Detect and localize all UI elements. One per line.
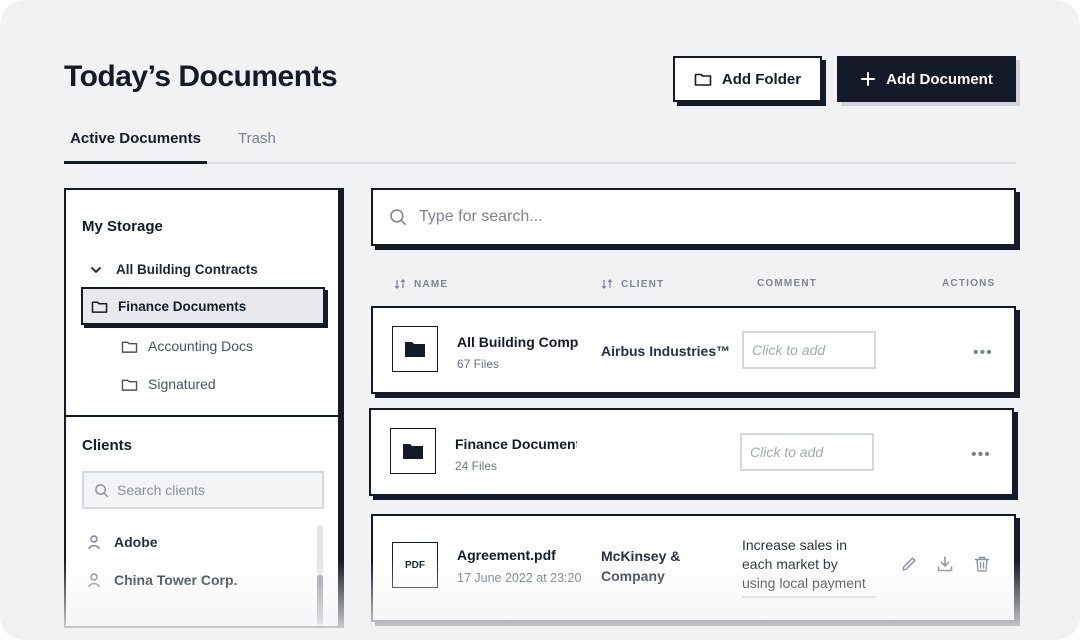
chevron-down-icon: [91, 266, 101, 273]
row-name[interactable]: All Building Compa: [457, 334, 579, 350]
column-header-name[interactable]: NAME: [394, 278, 448, 290]
client-label: Adobe: [114, 534, 158, 550]
pdf-thumbnail: PDF: [392, 542, 438, 588]
tree-item-label: Finance Documents: [118, 298, 247, 314]
row-file-count: 67 Files: [457, 357, 500, 371]
tree-item-label: All Building Contracts: [116, 262, 258, 277]
row-date: 17 June 2022 at 23:20: [457, 571, 582, 585]
more-actions-icon[interactable]: •••: [973, 344, 993, 362]
row-comment-input[interactable]: Click to add: [740, 433, 874, 471]
tree-item-all-building-contracts[interactable]: All Building Contracts: [90, 262, 258, 277]
add-document-button[interactable]: Add Document: [837, 56, 1016, 102]
comment-line: Increase sales in: [742, 537, 848, 553]
sort-icon: [394, 279, 406, 289]
page-title: Today’s Documents: [64, 60, 338, 93]
more-actions-icon[interactable]: •••: [971, 446, 991, 464]
row-client: Company: [601, 568, 665, 584]
plus-icon: [861, 72, 876, 86]
storage-title: My Storage: [82, 218, 163, 235]
client-search-placeholder: Search clients: [117, 482, 205, 498]
comment-line: using local payment: [742, 575, 866, 591]
app-frame: Today’s Documents Add Folder Add Documen…: [0, 0, 1080, 640]
user-icon: [88, 534, 100, 549]
column-header-label: NAME: [414, 278, 449, 290]
row-comment[interactable]: Increase sales in each market by using l…: [742, 536, 876, 593]
file-type-label: PDF: [405, 559, 425, 571]
tree-item-accounting-docs[interactable]: Accounting Docs: [121, 338, 253, 354]
column-header-label: ACTIONS: [942, 278, 996, 289]
folder-icon: [91, 301, 108, 313]
folder-filled-icon: [403, 444, 423, 459]
table-row[interactable]: Finance Document 24 Files Click to add •…: [369, 408, 1014, 496]
client-search-input[interactable]: Search clients: [82, 471, 324, 509]
folder-thumbnail: [392, 326, 438, 372]
row-client: Airbus Industries™: [601, 343, 731, 359]
row-comment-input[interactable]: Click to add: [742, 331, 876, 369]
row-name[interactable]: Agreement.pdf: [457, 547, 579, 563]
folder-thumbnail: [390, 428, 436, 474]
column-header-label: COMMENT: [757, 278, 818, 289]
folder-icon: [694, 73, 712, 86]
tree-item-finance-documents[interactable]: Finance Documents: [81, 287, 325, 325]
trash-icon[interactable]: [973, 555, 991, 573]
table-row[interactable]: PDF Agreement.pdf 17 June 2022 at 23:20 …: [371, 514, 1016, 622]
column-header-comment: COMMENT: [757, 278, 817, 289]
folder-filled-icon: [405, 342, 425, 357]
add-document-label: Add Document: [886, 70, 993, 88]
search-icon: [95, 483, 109, 497]
document-search-input[interactable]: Type for search...: [371, 188, 1016, 246]
row-name[interactable]: Finance Document: [455, 436, 577, 452]
add-folder-button[interactable]: Add Folder: [673, 56, 822, 102]
folder-icon: [121, 341, 138, 353]
search-placeholder: Type for search...: [419, 208, 543, 225]
tree-item-label: Signatured: [148, 376, 216, 392]
sidebar-divider: [66, 415, 338, 417]
client-item-adobe[interactable]: Adobe: [88, 534, 158, 550]
folder-icon: [121, 379, 138, 391]
add-folder-label: Add Folder: [721, 70, 802, 88]
column-header-client[interactable]: CLIENT: [601, 278, 664, 290]
tab-bar: Active Documents Trash: [64, 126, 1016, 164]
sort-icon: [601, 279, 613, 289]
column-header-actions: ACTIONS: [942, 278, 995, 289]
comment-underline: [742, 596, 876, 598]
table-row[interactable]: All Building Compa 67 Files Airbus Indus…: [371, 306, 1016, 394]
row-client: McKinsey &: [601, 548, 681, 564]
clients-title: Clients: [82, 437, 133, 454]
search-icon: [390, 209, 407, 226]
column-header-label: CLIENT: [621, 278, 665, 290]
tab-active-documents[interactable]: Active Documents: [64, 130, 207, 164]
comment-line: each market by: [742, 556, 838, 572]
tree-item-label: Accounting Docs: [148, 338, 254, 354]
row-file-count: 24 Files: [455, 459, 498, 473]
edit-icon[interactable]: [900, 555, 918, 573]
tab-trash[interactable]: Trash: [238, 130, 276, 147]
storage-sidebar: My Storage All Building Contracts Financ…: [64, 188, 340, 628]
user-icon: [88, 572, 100, 587]
client-item-china-tower[interactable]: China Tower Corp.: [88, 572, 237, 588]
tree-item-signatured[interactable]: Signatured: [121, 376, 216, 392]
client-label: China Tower Corp.: [114, 572, 238, 588]
clients-scrollbar-thumb[interactable]: [317, 575, 323, 625]
download-icon[interactable]: [936, 555, 954, 573]
